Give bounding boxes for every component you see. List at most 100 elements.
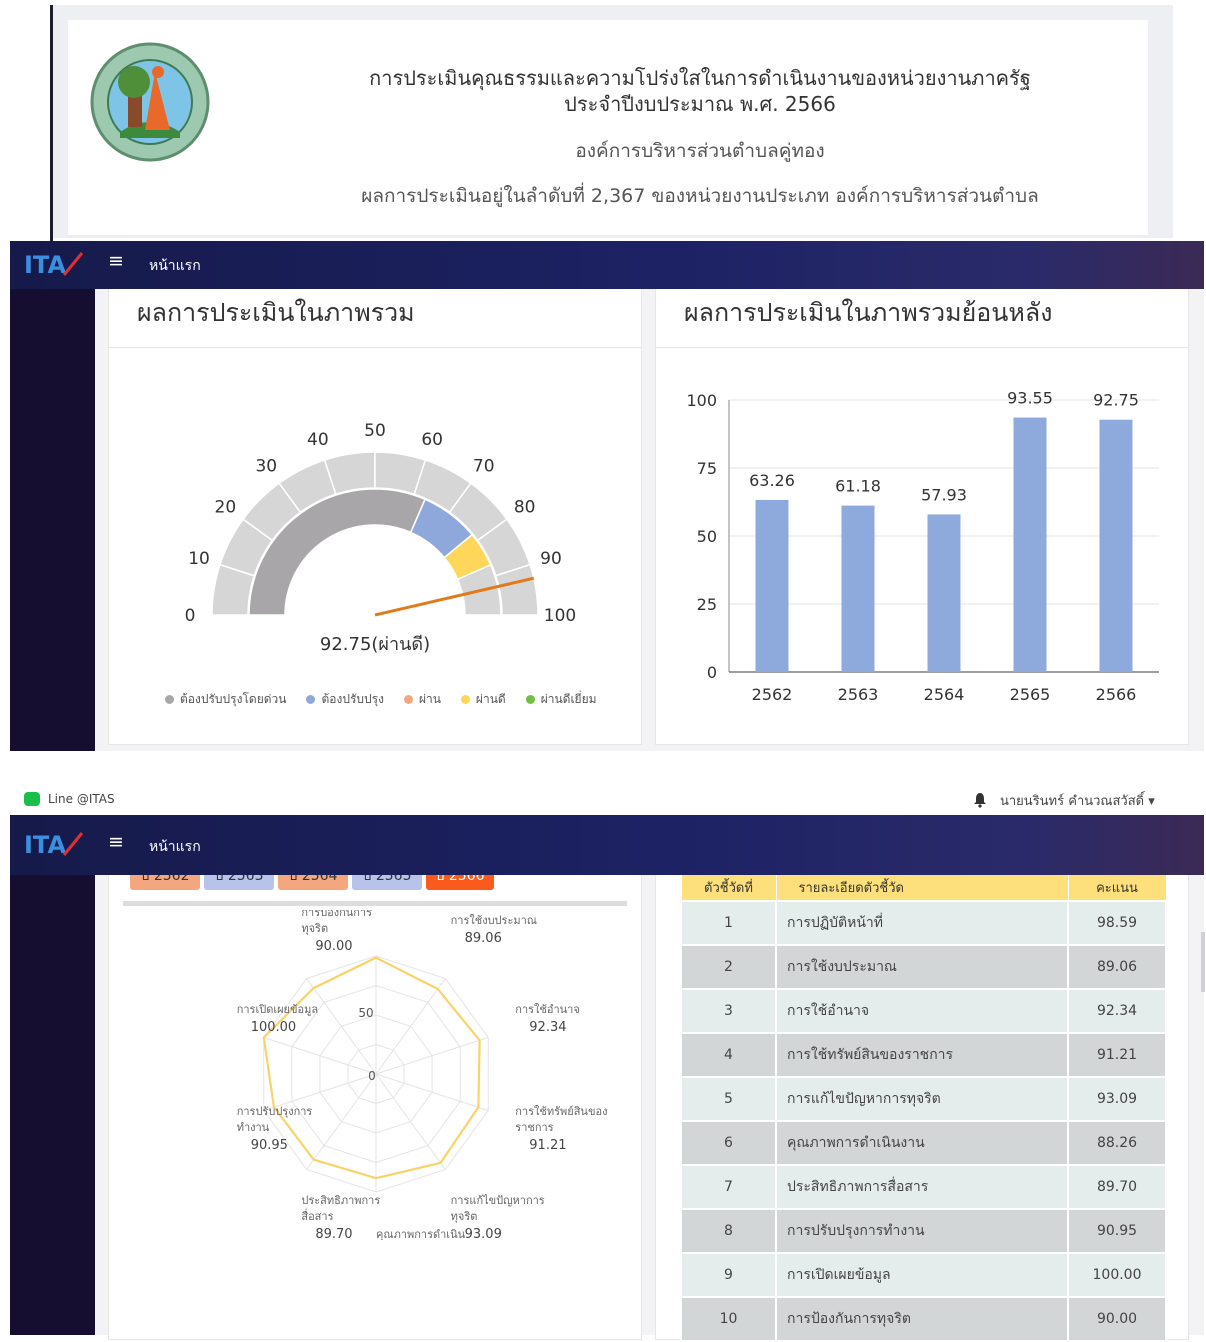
indicator-detail: การเปิดเผยข้อมูล [775,1251,1069,1298]
bar[interactable] [755,499,789,672]
overall-title: ผลการประเมินในภาพรวม [137,298,415,327]
legend-label: ผ่านดี [475,692,506,706]
nav-home-link[interactable]: หน้าแรก [149,255,201,277]
ita-logo[interactable]: ITA [24,829,84,859]
history-title: ผลการประเมินในภาพรวมย้อนหลัง [684,298,1053,327]
radar-axis-label: ประสิทธิภาพการ [301,1194,380,1207]
gauge-legend: ต้องปรับปรุงโดยด่วน ต้องปรับปรุง ผ่าน ผ่านด… [165,690,597,709]
radar-spoke [306,978,377,1075]
header-subtitle: ประจำปีงบประมาณ พ.ศ. 2566 [564,92,836,116]
gauge-tick-label: 100 [544,606,576,626]
year-tab[interactable]: ปี 2562 [130,874,200,890]
legend-item[interactable]: ผ่าน [403,690,441,709]
radar-scale-label: 0 [368,1069,376,1083]
gauge-tick-label: 20 [215,497,237,517]
bell-icon[interactable] [972,792,988,808]
indicator-score: 91.21 [1067,1031,1167,1078]
year-tab[interactable]: ปี 2564 [278,874,348,890]
x-tick-label: 2563 [838,685,879,704]
col-header-score: คะแนน [1067,874,1167,901]
table-row: 9 การเปิดเผยข้อมูล 100.00 [680,1251,1167,1298]
radar-axis-label: การใช้ทรัพย์สินของ [515,1105,607,1118]
line-link[interactable]: Line @ITAS [48,792,115,806]
bar[interactable] [1099,419,1133,672]
x-tick-label: 2562 [752,685,793,704]
legend-item[interactable]: ผ่านดี [460,690,506,709]
legend-label: ผ่าน [418,692,441,706]
x-tick-label: 2565 [1010,685,1051,704]
line-icon[interactable] [24,792,40,806]
card-divider [656,347,1188,348]
legend-dot-icon [403,695,413,704]
year-tab[interactable]: ปี 2565 [352,874,422,890]
gauge-tick-label: 30 [255,456,277,476]
legend-item[interactable]: ต้องปรับปรุง [306,690,384,709]
radar-axis-label: ทุจริต [451,1210,478,1223]
radar-value-label: 100.00 [251,1020,297,1035]
organization-logo [90,42,210,162]
y-tick-label: 50 [697,527,717,546]
ita-logo[interactable]: ITA [24,249,84,279]
indicator-score: 92.34 [1067,987,1167,1034]
indicator-table: ตัวชี้วัดที่ รายละเอียดตัวชี้วัด คะแนน 1… [680,874,1167,1342]
col-header-detail: รายละเอียดตัวชี้วัด [775,874,1069,901]
radar-value-label: 98.59 [390,910,427,912]
gauge-tick-label: 90 [540,549,562,569]
user-menu[interactable]: นายนรินทร์ คำนวณสวัสดิ์ ▾ [1000,790,1155,811]
bar[interactable] [927,514,961,672]
indicator-number: 9 [680,1251,777,1298]
indicator-score: 88.26 [1067,1119,1167,1166]
legend-item[interactable]: ผ่านดีเยี่ยม [525,690,597,709]
gauge-tick-label: 10 [188,549,210,569]
indicator-score: 90.00 [1067,1295,1167,1342]
indicator-detail: การใช้อำนาจ [775,987,1069,1034]
radar-scale-label: 50 [358,1006,373,1020]
year-tab[interactable]: ปี 2563 [204,874,274,890]
indicator-detail: การแก้ไขปัญหาการทุจริต [775,1075,1069,1122]
radar-axis-label: การแก้ไขปัญหาการ [451,1194,545,1207]
radar-value-label: 91.21 [529,1138,566,1153]
y-tick-label: 0 [707,663,717,682]
legend-dot-icon [525,695,535,704]
bar-value-label: 57.93 [921,485,967,504]
card-divider [109,347,641,348]
radar-axis-label: การป้องกันการ [301,910,372,919]
hamburger-icon[interactable]: ≡ [108,831,124,853]
bar[interactable] [841,505,875,672]
indicator-number: 2 [680,943,777,990]
bar-value-label: 92.75 [1093,391,1139,410]
legend-dot-icon [165,695,174,704]
legend-label: ต้องปรับปรุงโดยด่วน [180,692,287,706]
tabs-divider [123,901,627,906]
legend-item[interactable]: ต้องปรับปรุงโดยด่วน [165,690,286,709]
year-tab[interactable]: ปี 2566 [426,874,494,890]
legend-label: ต้องปรับปรุง [321,692,384,706]
gauge-tick-label: 0 [185,606,196,626]
indicator-number: 5 [680,1075,777,1122]
indicator-detail: การใช้ทรัพย์สินของราชการ [775,1031,1069,1078]
bar[interactable] [1013,417,1047,672]
gauge-tick-label: 80 [514,497,536,517]
scrollbar-thumb[interactable] [1201,932,1205,992]
radar-value-label: 89.06 [465,931,502,946]
nav-home-link[interactable]: หน้าแรก [149,836,201,858]
table-row: 1 การปฏิบัติหน้าที่ 98.59 [680,899,1167,946]
radar-chart: 050การปฏิบัติหน้าที่98.59การใช้งบประมาณ8… [237,910,608,1240]
gauge-tick-label: 40 [307,430,329,450]
radar-axis-label: การใช้งบประมาณ [451,914,537,927]
indicator-number: 8 [680,1207,777,1254]
indicator-detail: การปฏิบัติหน้าที่ [775,899,1069,946]
indicator-score: 100.00 [1067,1251,1167,1298]
radar-value-label: 90.00 [315,939,352,954]
hamburger-icon[interactable]: ≡ [108,250,124,272]
legend-dot-icon [306,695,316,704]
gauge-tick-label: 50 [364,421,386,441]
indicator-detail: การปรับปรุงการทำงาน [775,1207,1069,1254]
table-row: 3 การใช้อำนาจ 92.34 [680,987,1167,1034]
legend-dot-icon [460,695,470,704]
indicator-score: 93.09 [1067,1075,1167,1122]
bar-value-label: 63.26 [749,471,795,490]
indicator-score: 98.59 [1067,899,1167,946]
header-left-border [50,5,53,242]
indicator-number: 10 [680,1295,777,1342]
